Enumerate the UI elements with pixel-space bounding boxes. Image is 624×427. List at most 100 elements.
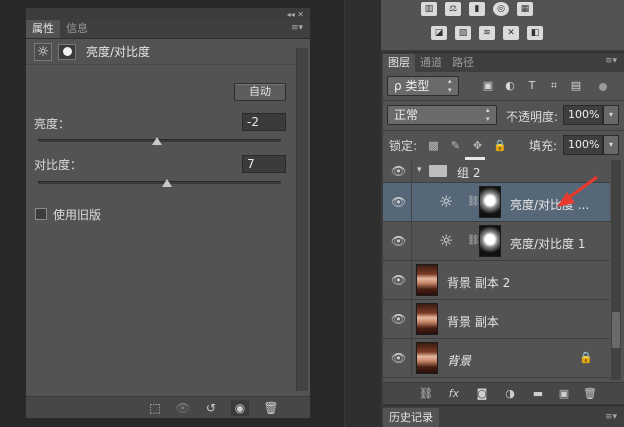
layer-row[interactable]: 👁 ☼ ⛓ 亮度/对比度 1	[383, 222, 610, 261]
visibility-eye-icon[interactable]: 👁	[391, 234, 406, 248]
opacity-dropdown[interactable]: ▾	[603, 105, 619, 125]
delete-icon[interactable]: 🗑	[262, 400, 280, 416]
filter-toggle-icon[interactable]	[599, 83, 607, 91]
divider	[411, 183, 412, 221]
color-lookup-icon[interactable]: ▦	[517, 2, 533, 16]
properties-scrollbar[interactable]	[296, 48, 308, 391]
layer-row[interactable]: 👁 背景 副本	[383, 300, 610, 339]
layer-name[interactable]: 亮度/对比度 1	[510, 235, 586, 252]
opacity-input[interactable]: 100%	[563, 105, 603, 125]
fill-input[interactable]: 100%	[563, 135, 603, 155]
contrast-slider-thumb[interactable]	[161, 179, 172, 187]
layer-mask-thumbnail[interactable]	[479, 225, 501, 257]
layers-menu-icon[interactable]: ≡▾	[605, 56, 619, 66]
delete-layer-icon[interactable]: 🗑	[583, 386, 597, 402]
layer-filter-row: ρ 类型 ▣ ◐ T ⌗ ▤	[387, 76, 620, 98]
layer-row[interactable]: 👁 背景 🔒	[383, 339, 610, 378]
channel-mixer-icon[interactable]: ◎	[493, 2, 509, 16]
shape-filter-icon[interactable]: ⌗	[547, 79, 561, 93]
properties-panel: ◂◂ ✕ 属性 信息 ≡▾ ☼ 亮度/对比度 自动 亮度： -2 对比度： 7 …	[25, 7, 311, 419]
smart-object-filter-icon[interactable]: ▤	[569, 79, 583, 93]
visibility-eye-icon[interactable]: 👁	[391, 164, 406, 178]
layers-scrollbar[interactable]	[611, 160, 621, 380]
visibility-eye-icon[interactable]: 👁	[391, 312, 406, 326]
lock-transparency-icon[interactable]: ▩	[427, 139, 440, 152]
visibility-eye-icon[interactable]: 👁	[391, 195, 406, 209]
brightness-adjustment-icon[interactable]: ☼	[34, 42, 52, 61]
tab-channels[interactable]: 通道	[415, 54, 447, 72]
fill-dropdown[interactable]: ▾	[603, 135, 619, 155]
mask-icon[interactable]	[58, 43, 76, 60]
clip-to-layer-icon[interactable]: ⬚	[146, 400, 164, 416]
layers-footer: ⛓ fx ◙ ◑ ▬ ▣ 🗑	[383, 382, 624, 404]
layer-thumbnail[interactable]	[416, 264, 438, 296]
bw-icon[interactable]: ▮	[469, 2, 485, 16]
new-group-icon[interactable]: ▬	[531, 386, 545, 402]
panel-dock-strip	[344, 0, 381, 427]
brightness-slider-thumb[interactable]	[152, 137, 163, 145]
layer-name[interactable]: 背景 副本	[447, 313, 499, 330]
layer-mask-thumbnail[interactable]	[479, 186, 501, 218]
visibility-eye-icon[interactable]: 👁	[391, 351, 406, 365]
blend-mode-select[interactable]: 正常	[387, 105, 497, 125]
brightness-slider[interactable]	[38, 137, 281, 145]
link-icon[interactable]: ⛓	[467, 196, 480, 207]
lock-all-icon[interactable]: 🔒	[493, 139, 507, 152]
link-icon[interactable]: ⛓	[467, 235, 480, 246]
link-layers-icon[interactable]: ⛓	[419, 386, 433, 402]
layers-scrollbar-thumb[interactable]	[612, 312, 620, 348]
visibility-eye-icon[interactable]: 👁	[391, 273, 406, 287]
type-filter-icon[interactable]: T	[525, 79, 539, 93]
lock-pixels-icon[interactable]: ✎	[449, 139, 462, 152]
contrast-slider[interactable]	[38, 179, 281, 187]
legacy-checkbox[interactable]	[35, 208, 47, 220]
history-menu-icon[interactable]: ≡▾	[605, 412, 619, 422]
posterize-icon[interactable]: ▨	[455, 26, 471, 40]
filter-type-select[interactable]: ρ 类型	[387, 76, 459, 96]
tab-info[interactable]: 信息	[60, 20, 94, 38]
expand-arrow-icon[interactable]: ▾	[417, 165, 422, 175]
divider	[383, 130, 624, 131]
layer-thumbnail[interactable]	[416, 342, 438, 374]
brightness-label: 亮度：	[34, 117, 71, 131]
legacy-checkbox-label: 使用旧版	[53, 208, 102, 222]
pixel-filter-icon[interactable]: ▣	[481, 79, 495, 93]
lock-icon: 🔒	[579, 351, 593, 364]
layers-tabbar: 图层 通道 路径 ≡▾	[383, 53, 624, 72]
layer-row[interactable]: 👁 背景 副本 2	[383, 261, 610, 300]
layers-panel: 图层 通道 路径 ≡▾ ρ 类型 ▣ ◐ T ⌗ ▤ 正常 不透明度: 100%…	[383, 52, 624, 404]
adjustment-filter-icon[interactable]: ◐	[503, 79, 517, 93]
visibility-icon[interactable]: ◉	[231, 400, 249, 416]
auto-button[interactable]: 自动	[234, 83, 286, 101]
layer-thumbnail[interactable]	[416, 303, 438, 335]
new-layer-icon[interactable]: ▣	[557, 386, 571, 402]
panel-top-controls[interactable]: ◂◂ ✕	[26, 8, 310, 20]
annotation-arrow-icon	[557, 175, 598, 207]
fill-label: 填充:	[529, 139, 558, 153]
layer-name[interactable]: 背景	[447, 352, 471, 369]
add-mask-icon[interactable]: ◙	[475, 386, 489, 402]
adjustments-panel: ▥ ⚖ ▮ ◎ ▦ ◪ ▨ ≋ ✕ ◧	[381, 0, 624, 50]
balance-icon[interactable]: ⚖	[445, 2, 461, 16]
new-adjustment-icon[interactable]: ◑	[503, 386, 517, 402]
tab-paths[interactable]: 路径	[447, 54, 479, 72]
gradient-map-icon[interactable]: ✕	[503, 26, 519, 40]
levels-icon[interactable]: ▥	[421, 2, 437, 16]
tab-properties[interactable]: 属性	[26, 20, 60, 38]
view-previous-icon[interactable]: 👁	[174, 400, 192, 416]
brightness-input[interactable]: -2	[242, 113, 286, 131]
threshold-icon[interactable]: ≋	[479, 26, 495, 40]
layer-name[interactable]: 背景 副本 2	[447, 274, 510, 291]
opacity-label: 不透明度:	[506, 110, 559, 124]
panel-menu-icon[interactable]: ≡▾	[291, 23, 305, 33]
selective-color-icon[interactable]: ◧	[527, 26, 543, 40]
lock-position-icon[interactable]: ✥	[471, 139, 484, 152]
tab-layers[interactable]: 图层	[383, 54, 415, 72]
fx-icon[interactable]: fx	[447, 386, 461, 402]
layer-name[interactable]: 组 2	[457, 164, 480, 181]
reset-icon[interactable]: ↺	[202, 400, 220, 416]
invert-icon[interactable]: ◪	[431, 26, 447, 40]
contrast-input[interactable]: 7	[242, 155, 286, 173]
properties-header: ☼ 亮度/对比度	[26, 39, 310, 65]
tab-history[interactable]: 历史记录	[383, 408, 439, 427]
